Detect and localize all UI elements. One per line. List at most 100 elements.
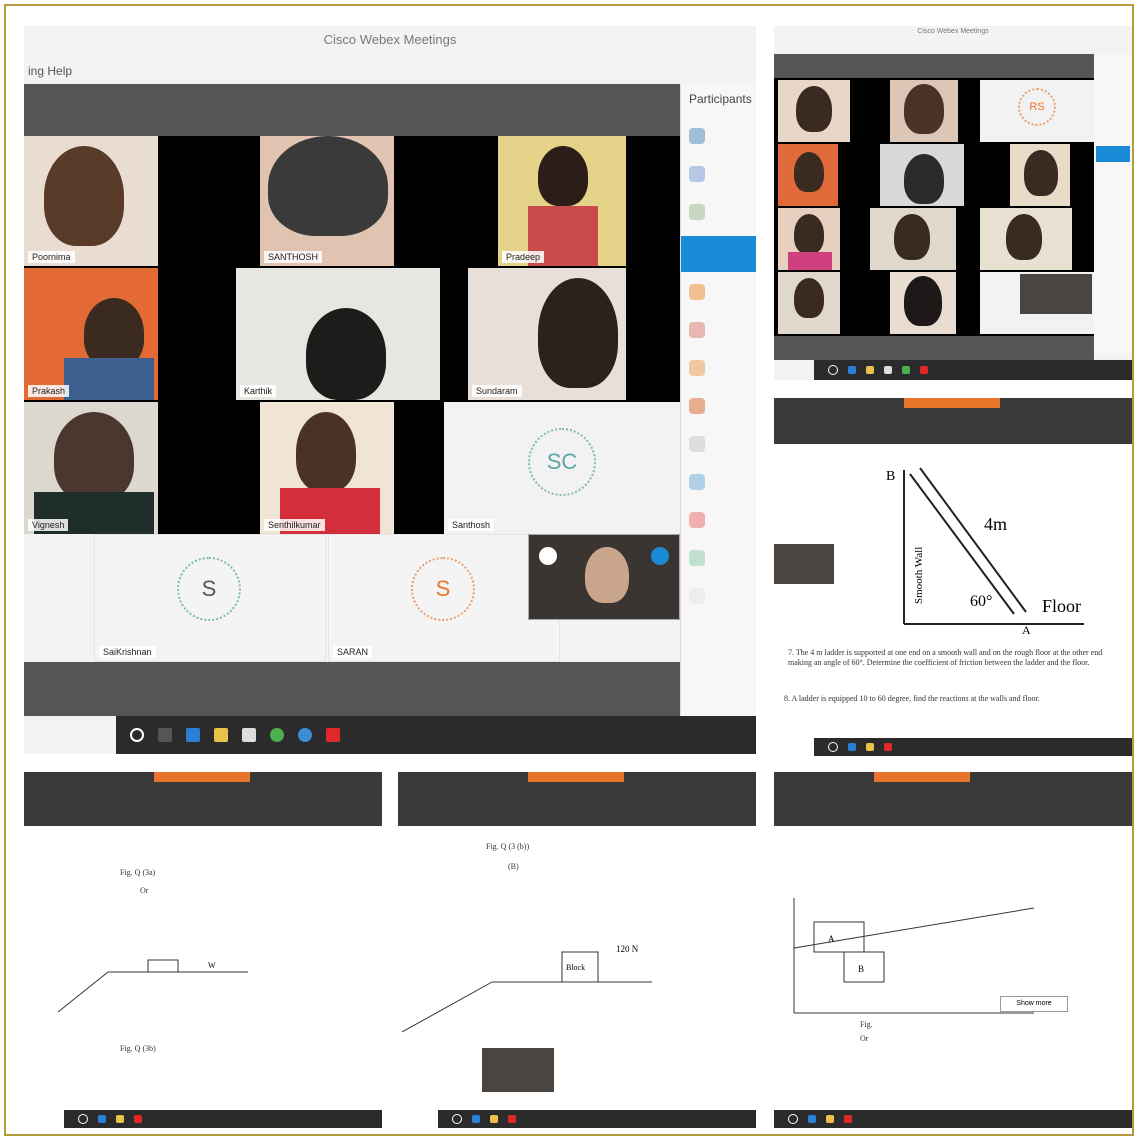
bottom-toolbar xyxy=(24,662,680,716)
folder-icon[interactable] xyxy=(214,728,228,742)
media-icon[interactable] xyxy=(326,728,340,742)
presenter-video[interactable] xyxy=(482,1048,554,1092)
top-toolbar xyxy=(774,54,1094,78)
participant-tile[interactable]: SC Santhosh xyxy=(444,402,680,534)
panel-item[interactable] xyxy=(689,436,705,452)
edge-icon[interactable] xyxy=(472,1115,480,1123)
question-8: 8. A ladder is equipped 10 to 60 degree,… xyxy=(784,694,1040,703)
participant-tile[interactable] xyxy=(778,80,850,142)
participant-tile[interactable]: Vignesh xyxy=(24,402,158,534)
participant-tile[interactable] xyxy=(778,272,840,334)
panel-item[interactable] xyxy=(689,398,705,414)
folder-icon[interactable] xyxy=(826,1115,834,1123)
length-label: 4m xyxy=(984,514,1007,534)
participant-tile[interactable] xyxy=(880,144,964,206)
panel-item[interactable] xyxy=(689,284,705,300)
participant-tile[interactable]: RS xyxy=(980,80,1094,142)
start-icon[interactable] xyxy=(78,1114,88,1124)
panel-item[interactable] xyxy=(689,128,705,144)
user-icon xyxy=(689,436,705,452)
search-icon[interactable] xyxy=(158,728,172,742)
point-b-label: B xyxy=(886,469,895,484)
webex-small-window: Cisco Webex Meetings RS xyxy=(774,26,1132,380)
avatar: RS xyxy=(1018,88,1056,126)
start-icon[interactable] xyxy=(130,728,144,742)
participant-tile[interactable]: S SARAN xyxy=(328,534,560,662)
participant-tile[interactable] xyxy=(778,144,838,206)
taskbar xyxy=(438,1110,756,1128)
media-icon[interactable] xyxy=(920,366,928,374)
webex-icon[interactable] xyxy=(298,728,312,742)
active-tab[interactable] xyxy=(904,398,1000,408)
participant-tile[interactable] xyxy=(980,208,1072,270)
folder-icon[interactable] xyxy=(866,366,874,374)
participant-tile[interactable] xyxy=(890,80,958,142)
taskbar xyxy=(814,360,1132,380)
user-icon xyxy=(689,512,705,528)
point-a-label: A xyxy=(1022,623,1031,637)
participant-tile[interactable] xyxy=(778,208,840,270)
user-icon xyxy=(689,128,705,144)
active-tab[interactable] xyxy=(874,772,970,782)
active-tab[interactable] xyxy=(154,772,250,782)
participant-tile[interactable]: S SaiKrishnan xyxy=(94,534,326,662)
show-more-button[interactable]: Show more xyxy=(1000,996,1068,1012)
folder-icon[interactable] xyxy=(116,1115,124,1123)
top-toolbar xyxy=(24,84,680,136)
self-view[interactable] xyxy=(528,534,680,620)
self-view[interactable] xyxy=(1020,274,1092,314)
participant-tile[interactable] xyxy=(980,272,1094,334)
participant-tile[interactable]: Senthilkumar xyxy=(260,402,394,534)
start-icon[interactable] xyxy=(788,1114,798,1124)
participant-tile[interactable] xyxy=(1010,144,1070,206)
taskbar xyxy=(774,1110,1132,1128)
panel-item[interactable] xyxy=(689,204,705,220)
edge-icon[interactable] xyxy=(98,1115,106,1123)
figure-diagram: W xyxy=(57,959,248,1013)
panel-item[interactable] xyxy=(689,166,705,182)
store-icon[interactable] xyxy=(884,366,892,374)
camera-icon[interactable] xyxy=(539,547,557,565)
participant-tile[interactable] xyxy=(890,272,956,334)
start-icon[interactable] xyxy=(828,742,838,752)
media-icon[interactable] xyxy=(844,1115,852,1123)
start-icon[interactable] xyxy=(828,365,838,375)
participant-tile[interactable]: Pradeep xyxy=(498,136,626,266)
store-icon[interactable] xyxy=(242,728,256,742)
participant-tile[interactable]: Poornima xyxy=(24,136,158,266)
edge-icon[interactable] xyxy=(808,1115,816,1123)
chrome-icon[interactable] xyxy=(270,728,284,742)
chrome-icon[interactable] xyxy=(902,366,910,374)
document-window-c: A B Show more Fig. Or xyxy=(774,772,1132,1128)
start-icon[interactable] xyxy=(452,1114,462,1124)
edge-icon[interactable] xyxy=(186,728,200,742)
participant-tile[interactable]: Sundaram xyxy=(468,268,626,400)
panel-item[interactable] xyxy=(689,588,705,604)
media-icon[interactable] xyxy=(134,1115,142,1123)
figure-caption: Or xyxy=(860,1034,869,1043)
panel-item[interactable] xyxy=(689,512,705,528)
participant-tile[interactable] xyxy=(870,208,956,270)
panel-item[interactable] xyxy=(689,474,705,490)
edge-icon[interactable] xyxy=(848,743,856,751)
panel-item[interactable] xyxy=(689,322,705,338)
presenter-video[interactable] xyxy=(774,544,834,584)
taskbar xyxy=(814,738,1132,756)
panel-item-selected[interactable] xyxy=(681,236,756,272)
media-icon[interactable] xyxy=(884,743,892,751)
panel-item-selected[interactable] xyxy=(1096,146,1130,162)
folder-icon[interactable] xyxy=(490,1115,498,1123)
folder-icon[interactable] xyxy=(866,743,874,751)
ladder-line xyxy=(909,473,1015,615)
active-tab[interactable] xyxy=(528,772,624,782)
block-b-label: B xyxy=(858,964,864,974)
avatar: S xyxy=(411,557,475,621)
menu-bar[interactable]: ing Help xyxy=(28,64,72,78)
media-icon[interactable] xyxy=(508,1115,516,1123)
panel-item[interactable] xyxy=(689,550,705,566)
panel-item[interactable] xyxy=(689,360,705,376)
participant-tile[interactable]: Prakash xyxy=(24,268,158,400)
participant-tile[interactable]: Karthik xyxy=(236,268,440,400)
participant-tile[interactable]: SANTHOSH xyxy=(260,136,394,266)
edge-icon[interactable] xyxy=(848,366,856,374)
